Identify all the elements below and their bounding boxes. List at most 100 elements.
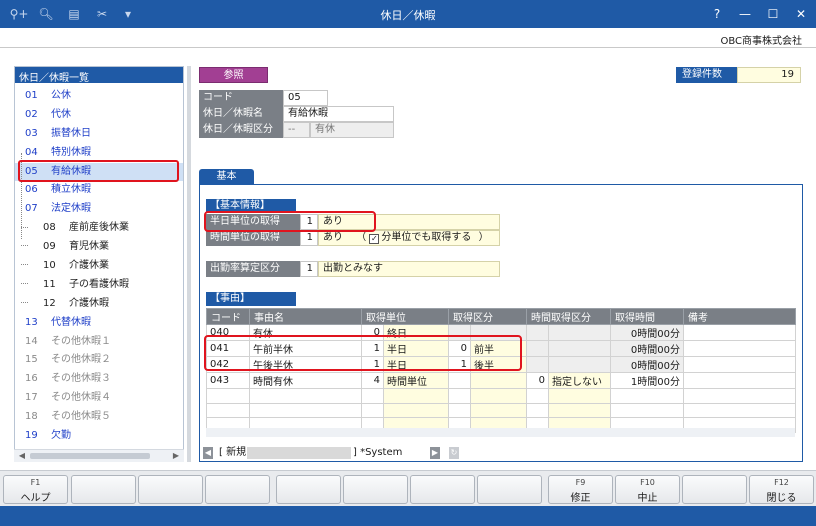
prev-record-icon[interactable]: ◀ (203, 447, 213, 459)
refresh-icon[interactable]: ↻ (449, 447, 459, 459)
f4-button[interactable] (205, 475, 270, 504)
list-item-child[interactable]: 11 子の看護休暇 (15, 276, 183, 295)
list-item-child[interactable]: 10 介護休業 (15, 257, 183, 276)
minute-checkbox[interactable]: ✓ (369, 234, 380, 244)
list-item[interactable]: 02 代休 (15, 106, 183, 125)
item-name: その他休暇３ (51, 373, 111, 385)
company-name: OBC商事株式会社 (720, 36, 802, 47)
divider (0, 47, 816, 48)
fkey-code (72, 478, 135, 488)
list-scrollbar[interactable]: ◀ ▶ (14, 449, 184, 462)
cell-note (683, 372, 796, 389)
f9-edit-button[interactable]: F9 修正 (548, 475, 613, 504)
f7-button[interactable] (410, 475, 475, 504)
list-item[interactable]: 16 その他休暇３ (15, 370, 183, 389)
item-name: その他休暇１ (51, 335, 111, 347)
fkey-code (139, 478, 202, 488)
hourly-value-area: あり （ ✓ 分単位でも取得する ） (318, 230, 500, 246)
cell-note (683, 340, 796, 357)
code-field[interactable]: 05 (283, 90, 328, 106)
table-row-empty[interactable] (206, 402, 796, 418)
scroll-thumb[interactable] (30, 453, 150, 459)
fkey-code (411, 478, 474, 488)
f12-close-button[interactable]: F12 閉じる (749, 475, 814, 504)
list-item[interactable]: 03 振替休日 (15, 125, 183, 144)
item-name: 産前産後休業 (69, 222, 129, 234)
cell-name: 時間有休 (249, 372, 362, 389)
name-field[interactable]: 有給休暇 (283, 106, 394, 122)
col-header-division[interactable]: 取得区分 (448, 308, 527, 325)
cell-note (683, 324, 796, 341)
highlight-half-day (204, 211, 376, 232)
cell-time-code: 0 (526, 372, 549, 389)
item-code: 08 (43, 222, 56, 234)
list-item[interactable]: 15 その他休暇２ (15, 351, 183, 370)
list-item[interactable]: 13 代替休暇 (15, 314, 183, 333)
close-icon[interactable]: ✕ (787, 4, 815, 24)
hourly-label: 時間単位の取得 (206, 230, 300, 246)
title-bar: ⚲+ 🔍︎ ▤ ✂ ▾ 休日／休暇 ? — ☐ ✕ (0, 0, 816, 28)
col-header-time[interactable]: 取得時間 (610, 308, 684, 325)
item-name: 代休 (51, 108, 71, 120)
list-item[interactable]: 01 公休 (15, 87, 183, 106)
f10-cancel-button[interactable]: F10 中止 (615, 475, 680, 504)
cell-unit: 時間単位 (383, 372, 449, 389)
f8-button[interactable] (477, 475, 542, 504)
f11-button[interactable] (682, 475, 747, 504)
list-item[interactable]: 19 欠勤 (15, 427, 183, 446)
help-icon[interactable]: ? (703, 4, 731, 24)
minimize-icon[interactable]: — (731, 4, 759, 24)
table-scrollbar[interactable] (206, 428, 795, 437)
tab-basic[interactable]: 基本 (199, 169, 254, 184)
col-header-time-division[interactable]: 時間取得区分 (526, 308, 611, 325)
table-header-row: コード 事由名 取得単位 取得区分 時間取得区分 取得時間 備考 (206, 308, 796, 325)
col-header-name[interactable]: 事由名 (249, 308, 362, 325)
list-item[interactable]: 18 その他休暇５ (15, 408, 183, 427)
fkey-code (683, 478, 746, 488)
f3-button[interactable] (138, 475, 203, 504)
item-name: 積立休暇 (51, 184, 91, 196)
col-header-unit[interactable]: 取得単位 (361, 308, 449, 325)
list-item[interactable]: 07 法定休暇 (15, 200, 183, 219)
cell-time: 0時間00分 (610, 324, 684, 341)
highlight-half-day-reasons (204, 335, 522, 371)
list-item-child[interactable]: 08 産前産後休業 (15, 219, 183, 238)
scroll-left-icon[interactable]: ◀ (16, 450, 28, 462)
table-row[interactable]: 043 時間有休 4 時間単位 0 指定しない 1時間00分 (206, 372, 796, 389)
next-record-icon[interactable]: ▶ (430, 447, 440, 459)
f6-button[interactable] (343, 475, 408, 504)
list-item[interactable]: 14 その他休暇１ (15, 333, 183, 352)
fkey-code (206, 478, 269, 488)
item-name: 公休 (51, 90, 71, 101)
hourly-code[interactable]: 1 (300, 230, 318, 246)
list-item[interactable]: 17 その他休暇４ (15, 389, 183, 408)
attendance-code[interactable]: 1 (300, 261, 318, 277)
item-name: 介護休業 (69, 260, 109, 272)
item-name: 欠勤 (51, 430, 71, 442)
panel-splitter[interactable] (187, 66, 191, 462)
f1-help-button[interactable]: F1 ヘルプ (3, 475, 68, 504)
list-item[interactable]: 06 積立休暇 (15, 181, 183, 200)
list-item-child[interactable]: 09 育児休業 (15, 238, 183, 257)
maximize-icon[interactable]: ☐ (759, 4, 787, 24)
table-row-empty[interactable] (206, 388, 796, 404)
list-header: 休日／休暇一覧 (15, 67, 183, 84)
list-item-child[interactable]: 12 介護休暇 (15, 295, 183, 314)
cell-time-div (548, 356, 611, 373)
cell-time-div (548, 324, 611, 341)
item-code: 15 (25, 354, 38, 366)
reference-button[interactable]: 参照 (199, 67, 268, 83)
col-header-note[interactable]: 備考 (683, 308, 796, 325)
paren-close: ） (478, 232, 489, 243)
bottom-bar (0, 506, 816, 526)
record-count-label: 登録件数 (676, 67, 737, 83)
f2-button[interactable] (71, 475, 136, 504)
status-system: ] *System (353, 447, 403, 458)
reasons-section: 【事由】 (206, 292, 296, 306)
f5-button[interactable] (276, 475, 341, 504)
minute-checkbox-label: 分単位でも取得する (381, 232, 472, 243)
item-name: 代替休暇 (51, 316, 91, 328)
fkey-label: 閉じる (766, 493, 797, 504)
scroll-right-icon[interactable]: ▶ (170, 450, 182, 462)
col-header-code[interactable]: コード (206, 308, 250, 325)
